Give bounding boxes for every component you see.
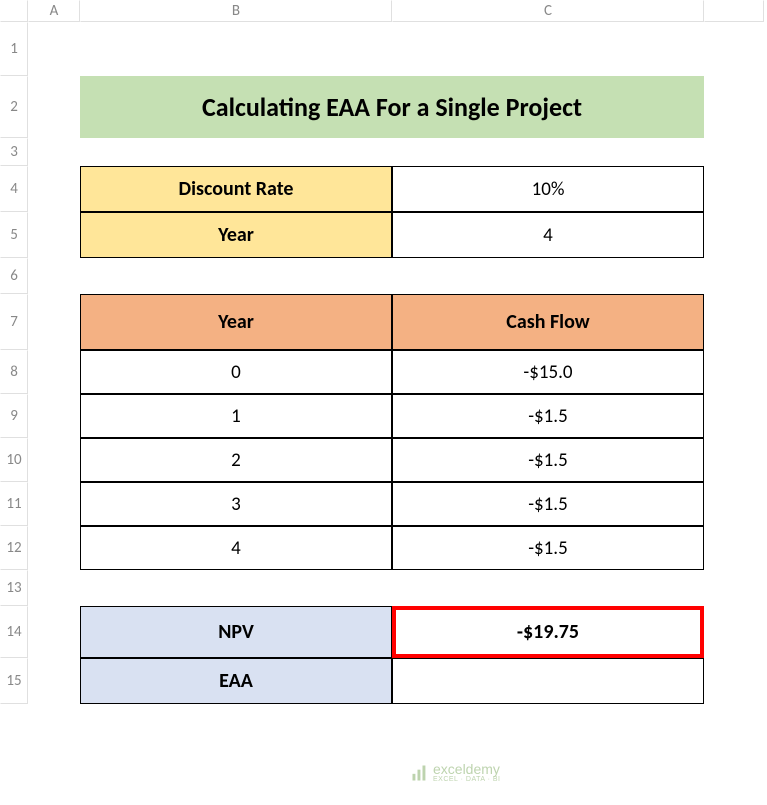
cell-c1[interactable]	[392, 22, 704, 76]
table-row[interactable]: 2	[80, 438, 392, 482]
discount-rate-value[interactable]: 10%	[392, 166, 704, 212]
cell-d15[interactable]	[704, 658, 764, 704]
cell-a13[interactable]	[28, 570, 80, 606]
cell-a12[interactable]	[28, 526, 80, 570]
cell-a4[interactable]	[28, 166, 80, 212]
chart-icon	[410, 763, 430, 783]
year-param-label[interactable]: Year	[80, 212, 392, 258]
row-header-5[interactable]: 5	[0, 212, 28, 258]
table-header-year[interactable]: Year	[80, 294, 392, 350]
title-cell[interactable]: Calculating EAA For a Single Project	[80, 76, 704, 138]
cell-d12[interactable]	[704, 526, 764, 570]
col-header-a[interactable]: A	[28, 0, 80, 22]
row-header-7[interactable]: 7	[0, 294, 28, 350]
year-param-value[interactable]: 4	[392, 212, 704, 258]
table-row[interactable]: 4	[80, 526, 392, 570]
table-row[interactable]: 3	[80, 482, 392, 526]
cell-c6[interactable]	[392, 258, 704, 294]
cell-d1[interactable]	[704, 22, 764, 76]
discount-rate-label[interactable]: Discount Rate	[80, 166, 392, 212]
row-header-13[interactable]: 13	[0, 570, 28, 606]
col-header-c[interactable]: C	[392, 0, 704, 22]
cell-a9[interactable]	[28, 394, 80, 438]
cell-d11[interactable]	[704, 482, 764, 526]
cell-d2[interactable]	[704, 76, 764, 138]
table-row[interactable]: -$1.5	[392, 526, 704, 570]
table-row[interactable]: -$15.0	[392, 350, 704, 394]
col-header-blank[interactable]	[704, 0, 764, 22]
cell-c13[interactable]	[392, 570, 704, 606]
cell-d8[interactable]	[704, 350, 764, 394]
watermark: exceldemy EXCEL · DATA · BI	[410, 762, 501, 783]
cell-a3[interactable]	[28, 138, 80, 166]
cell-a11[interactable]	[28, 482, 80, 526]
cell-d13[interactable]	[704, 570, 764, 606]
table-header-cashflow[interactable]: Cash Flow	[392, 294, 704, 350]
table-row[interactable]: 0	[80, 350, 392, 394]
cell-b1[interactable]	[80, 22, 392, 76]
table-row[interactable]: 1	[80, 394, 392, 438]
npv-label[interactable]: NPV	[80, 606, 392, 658]
cell-d4[interactable]	[704, 166, 764, 212]
spreadsheet-grid: A B C 1 2 Calculating EAA For a Single P…	[0, 0, 767, 704]
select-all-corner[interactable]	[0, 0, 28, 22]
row-header-1[interactable]: 1	[0, 22, 28, 76]
row-header-8[interactable]: 8	[0, 350, 28, 394]
row-header-14[interactable]: 14	[0, 606, 28, 658]
row-header-3[interactable]: 3	[0, 138, 28, 166]
cell-a1[interactable]	[28, 22, 80, 76]
npv-value[interactable]: -$19.75	[392, 606, 704, 658]
cell-b6[interactable]	[80, 258, 392, 294]
eaa-value[interactable]	[392, 658, 704, 704]
col-header-b[interactable]: B	[80, 0, 392, 22]
cell-a5[interactable]	[28, 212, 80, 258]
watermark-main: exceldemy	[433, 762, 501, 776]
cell-b3[interactable]	[80, 138, 392, 166]
row-header-10[interactable]: 10	[0, 438, 28, 482]
table-row[interactable]: -$1.5	[392, 438, 704, 482]
cell-d3[interactable]	[704, 138, 764, 166]
cell-a7[interactable]	[28, 294, 80, 350]
cell-a6[interactable]	[28, 258, 80, 294]
row-header-6[interactable]: 6	[0, 258, 28, 294]
cell-d7[interactable]	[704, 294, 764, 350]
cell-d10[interactable]	[704, 438, 764, 482]
watermark-sub: EXCEL · DATA · BI	[433, 776, 501, 783]
eaa-label[interactable]: EAA	[80, 658, 392, 704]
cell-d14[interactable]	[704, 606, 764, 658]
table-row[interactable]: -$1.5	[392, 482, 704, 526]
cell-d9[interactable]	[704, 394, 764, 438]
row-header-9[interactable]: 9	[0, 394, 28, 438]
row-header-12[interactable]: 12	[0, 526, 28, 570]
cell-d6[interactable]	[704, 258, 764, 294]
cell-a10[interactable]	[28, 438, 80, 482]
row-header-2[interactable]: 2	[0, 76, 28, 138]
cell-a8[interactable]	[28, 350, 80, 394]
cell-d5[interactable]	[704, 212, 764, 258]
cell-a2[interactable]	[28, 76, 80, 138]
table-row[interactable]: -$1.5	[392, 394, 704, 438]
row-header-15[interactable]: 15	[0, 658, 28, 704]
cell-a14[interactable]	[28, 606, 80, 658]
cell-c3[interactable]	[392, 138, 704, 166]
cell-b13[interactable]	[80, 570, 392, 606]
row-header-4[interactable]: 4	[0, 166, 28, 212]
cell-a15[interactable]	[28, 658, 80, 704]
row-header-11[interactable]: 11	[0, 482, 28, 526]
